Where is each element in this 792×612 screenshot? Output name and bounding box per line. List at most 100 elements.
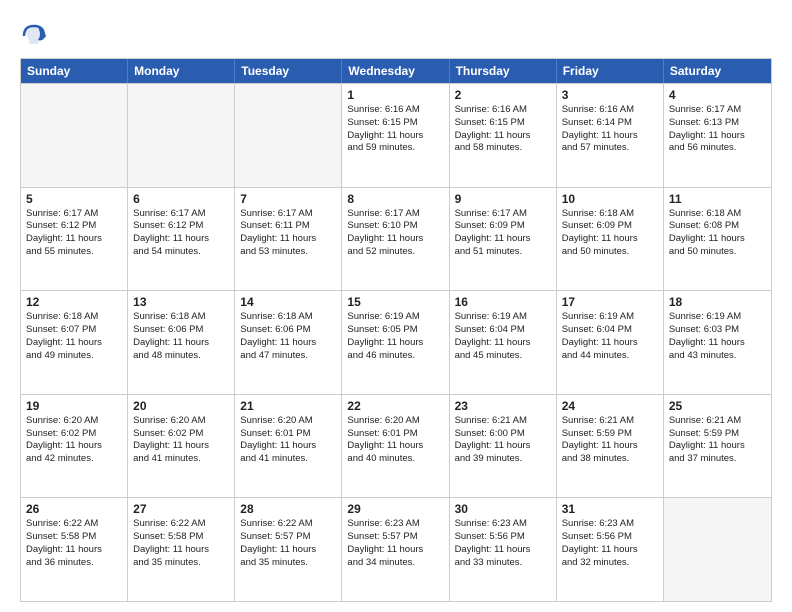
- cell-info: Sunrise: 6:23 AM Sunset: 5:57 PM Dayligh…: [347, 518, 443, 569]
- cal-cell-28: 28 Sunrise: 6:22 AM Sunset: 5:57 PM Dayli…: [235, 498, 342, 601]
- cal-cell-6: 6 Sunrise: 6:17 AM Sunset: 6:12 PM Daylig…: [128, 188, 235, 291]
- cell-info: Sunrise: 6:16 AM Sunset: 6:14 PM Dayligh…: [562, 104, 658, 155]
- day-number: 2: [455, 88, 551, 102]
- day-number: 23: [455, 399, 551, 413]
- cal-cell-3: 3 Sunrise: 6:16 AM Sunset: 6:14 PM Daylig…: [557, 84, 664, 187]
- cal-cell-20: 20Sunrise: 6:20 AM Sunset: 6:02 PM Dayli…: [128, 395, 235, 498]
- cell-info: Sunrise: 6:17 AM Sunset: 6:10 PM Dayligh…: [347, 208, 443, 259]
- cell-info: Sunrise: 6:18 AM Sunset: 6:06 PM Dayligh…: [240, 311, 336, 362]
- cal-cell-16: 16 Sunrise: 6:19 AM Sunset: 6:04 PM Dayli…: [450, 291, 557, 394]
- day-number: 25: [669, 399, 766, 413]
- day-number: 1: [347, 88, 443, 102]
- cell-info: Sunrise: 6:17 AM Sunset: 6:13 PM Dayligh…: [669, 104, 766, 155]
- day-number: 18: [669, 295, 766, 309]
- cal-cell-21: 21 Sunrise: 6:20 AM Sunset: 6:01 PM Dayli…: [235, 395, 342, 498]
- cal-cell-30: 30Sunrise: 6:23 AM Sunset: 5:56 PM Dayli…: [450, 498, 557, 601]
- cal-cell-2: 2 Sunrise: 6:16 AM Sunset: 6:15 PM Daylig…: [450, 84, 557, 187]
- week-row-5: 26Sunrise: 6:22 AM Sunset: 5:58 PM Dayli…: [21, 497, 771, 601]
- week-row-1: 1 Sunrise: 6:16 AM Sunset: 6:15 PM Daylig…: [21, 83, 771, 187]
- cell-info: Sunrise: 6:17 AM Sunset: 6:12 PM Dayligh…: [133, 208, 229, 259]
- cal-cell-empty-w0c2: [235, 84, 342, 187]
- cell-info: Sunrise: 6:21 AM Sunset: 5:59 PM Dayligh…: [669, 415, 766, 466]
- day-number: 5: [26, 192, 122, 206]
- day-number: 17: [562, 295, 658, 309]
- day-number: 11: [669, 192, 766, 206]
- day-number: 6: [133, 192, 229, 206]
- day-number: 27: [133, 502, 229, 516]
- day-number: 31: [562, 502, 658, 516]
- cal-cell-18: 18 Sunrise: 6:19 AM Sunset: 6:03 PM Dayli…: [664, 291, 771, 394]
- calendar-body: 1 Sunrise: 6:16 AM Sunset: 6:15 PM Daylig…: [21, 83, 771, 601]
- cal-cell-1: 1 Sunrise: 6:16 AM Sunset: 6:15 PM Daylig…: [342, 84, 449, 187]
- cell-info: Sunrise: 6:22 AM Sunset: 5:58 PM Dayligh…: [26, 518, 122, 569]
- cal-cell-9: 9 Sunrise: 6:17 AM Sunset: 6:09 PM Daylig…: [450, 188, 557, 291]
- cell-info: Sunrise: 6:17 AM Sunset: 6:12 PM Dayligh…: [26, 208, 122, 259]
- cal-cell-4: 4 Sunrise: 6:17 AM Sunset: 6:13 PM Daylig…: [664, 84, 771, 187]
- header-day-thursday: Thursday: [450, 59, 557, 83]
- day-number: 3: [562, 88, 658, 102]
- cell-info: Sunrise: 6:19 AM Sunset: 6:03 PM Dayligh…: [669, 311, 766, 362]
- header-day-monday: Monday: [128, 59, 235, 83]
- cell-info: Sunrise: 6:16 AM Sunset: 6:15 PM Dayligh…: [455, 104, 551, 155]
- cal-cell-22: 22 Sunrise: 6:20 AM Sunset: 6:01 PM Dayli…: [342, 395, 449, 498]
- day-number: 10: [562, 192, 658, 206]
- header-day-sunday: Sunday: [21, 59, 128, 83]
- cal-cell-15: 15Sunrise: 6:19 AM Sunset: 6:05 PM Dayli…: [342, 291, 449, 394]
- cell-info: Sunrise: 6:18 AM Sunset: 6:08 PM Dayligh…: [669, 208, 766, 259]
- cell-info: Sunrise: 6:22 AM Sunset: 5:57 PM Dayligh…: [240, 518, 336, 569]
- cell-info: Sunrise: 6:16 AM Sunset: 6:15 PM Dayligh…: [347, 104, 443, 155]
- calendar-header: SundayMondayTuesdayWednesdayThursdayFrid…: [21, 59, 771, 83]
- header-day-tuesday: Tuesday: [235, 59, 342, 83]
- day-number: 8: [347, 192, 443, 206]
- cal-cell-23: 23 Sunrise: 6:21 AM Sunset: 6:00 PM Dayli…: [450, 395, 557, 498]
- cal-cell-12: 12Sunrise: 6:18 AM Sunset: 6:07 PM Dayli…: [21, 291, 128, 394]
- day-number: 19: [26, 399, 122, 413]
- cell-info: Sunrise: 6:18 AM Sunset: 6:09 PM Dayligh…: [562, 208, 658, 259]
- cell-info: Sunrise: 6:22 AM Sunset: 5:58 PM Dayligh…: [133, 518, 229, 569]
- cal-cell-empty-w0c0: [21, 84, 128, 187]
- cal-cell-empty-w0c1: [128, 84, 235, 187]
- week-row-4: 19Sunrise: 6:20 AM Sunset: 6:02 PM Dayli…: [21, 394, 771, 498]
- header-day-saturday: Saturday: [664, 59, 771, 83]
- cal-cell-19: 19Sunrise: 6:20 AM Sunset: 6:02 PM Dayli…: [21, 395, 128, 498]
- cal-cell-25: 25 Sunrise: 6:21 AM Sunset: 5:59 PM Dayli…: [664, 395, 771, 498]
- logo-icon: [20, 22, 48, 50]
- day-number: 22: [347, 399, 443, 413]
- cal-cell-10: 10 Sunrise: 6:18 AM Sunset: 6:09 PM Dayli…: [557, 188, 664, 291]
- day-number: 12: [26, 295, 122, 309]
- cal-cell-5: 5 Sunrise: 6:17 AM Sunset: 6:12 PM Daylig…: [21, 188, 128, 291]
- cal-cell-31: 31 Sunrise: 6:23 AM Sunset: 5:56 PM Dayli…: [557, 498, 664, 601]
- day-number: 24: [562, 399, 658, 413]
- week-row-2: 5 Sunrise: 6:17 AM Sunset: 6:12 PM Daylig…: [21, 187, 771, 291]
- day-number: 29: [347, 502, 443, 516]
- logo: [20, 22, 52, 50]
- cal-cell-7: 7Sunrise: 6:17 AM Sunset: 6:11 PM Daylig…: [235, 188, 342, 291]
- cal-cell-26: 26Sunrise: 6:22 AM Sunset: 5:58 PM Dayli…: [21, 498, 128, 601]
- cal-cell-13: 13 Sunrise: 6:18 AM Sunset: 6:06 PM Dayli…: [128, 291, 235, 394]
- cell-info: Sunrise: 6:19 AM Sunset: 6:05 PM Dayligh…: [347, 311, 443, 362]
- cell-info: Sunrise: 6:18 AM Sunset: 6:06 PM Dayligh…: [133, 311, 229, 362]
- cal-cell-29: 29 Sunrise: 6:23 AM Sunset: 5:57 PM Dayli…: [342, 498, 449, 601]
- day-number: 13: [133, 295, 229, 309]
- day-number: 16: [455, 295, 551, 309]
- calendar: SundayMondayTuesdayWednesdayThursdayFrid…: [20, 58, 772, 602]
- day-number: 28: [240, 502, 336, 516]
- day-number: 9: [455, 192, 551, 206]
- cal-cell-empty-w4c6: [664, 498, 771, 601]
- day-number: 14: [240, 295, 336, 309]
- cell-info: Sunrise: 6:23 AM Sunset: 5:56 PM Dayligh…: [562, 518, 658, 569]
- day-number: 21: [240, 399, 336, 413]
- day-number: 7: [240, 192, 336, 206]
- cell-info: Sunrise: 6:17 AM Sunset: 6:09 PM Dayligh…: [455, 208, 551, 259]
- day-number: 4: [669, 88, 766, 102]
- cal-cell-27: 27 Sunrise: 6:22 AM Sunset: 5:58 PM Dayli…: [128, 498, 235, 601]
- cell-info: Sunrise: 6:20 AM Sunset: 6:01 PM Dayligh…: [347, 415, 443, 466]
- cell-info: Sunrise: 6:21 AM Sunset: 6:00 PM Dayligh…: [455, 415, 551, 466]
- week-row-3: 12Sunrise: 6:18 AM Sunset: 6:07 PM Dayli…: [21, 290, 771, 394]
- cell-info: Sunrise: 6:23 AM Sunset: 5:56 PM Dayligh…: [455, 518, 551, 569]
- header: [20, 18, 772, 50]
- cell-info: Sunrise: 6:20 AM Sunset: 6:01 PM Dayligh…: [240, 415, 336, 466]
- day-number: 20: [133, 399, 229, 413]
- header-day-wednesday: Wednesday: [342, 59, 449, 83]
- cell-info: Sunrise: 6:19 AM Sunset: 6:04 PM Dayligh…: [455, 311, 551, 362]
